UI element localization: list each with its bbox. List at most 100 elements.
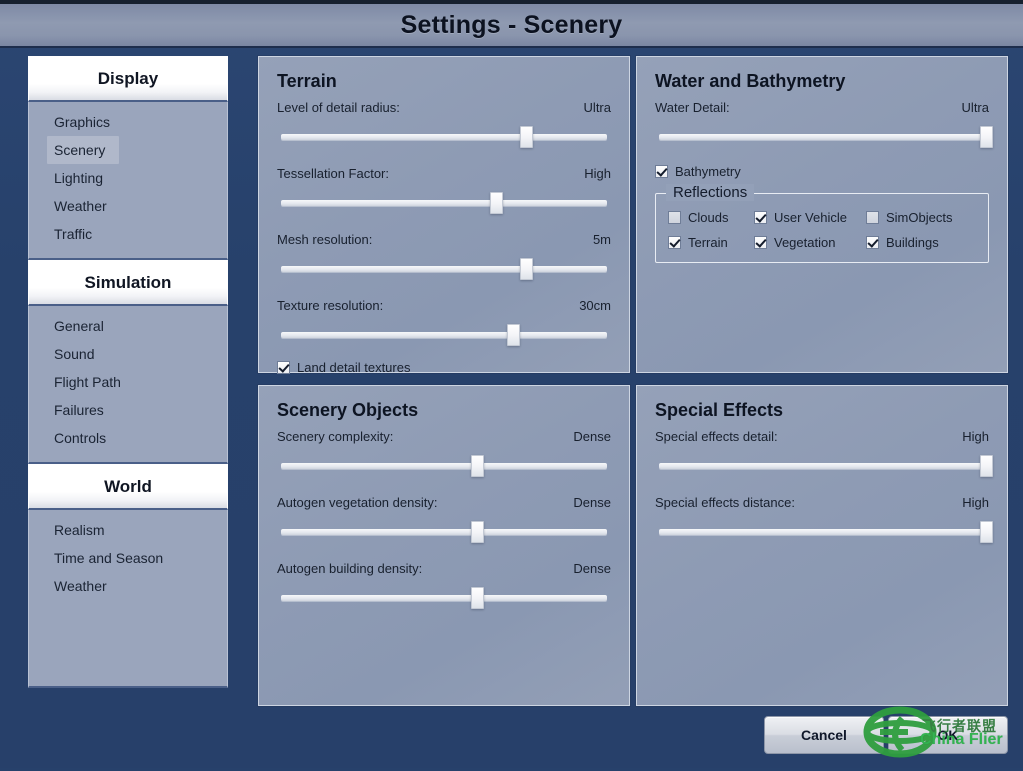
reflection-user-vehicle-label: User Vehicle (774, 210, 847, 225)
reflection-terrain-row[interactable]: Terrain (668, 235, 750, 250)
sidebar-item-weather[interactable]: Weather (29, 572, 227, 600)
special-effects-slider-row-special-effects-distance: Special effects distance: High (655, 495, 993, 543)
reflection-buildings-checkbox-icon[interactable] (866, 236, 879, 249)
slider-track[interactable] (281, 332, 607, 338)
slider-level-of-detail-radius[interactable] (277, 126, 611, 148)
land-detail-textures-checkbox-icon[interactable] (277, 361, 290, 374)
scenery-objects-slider-row-autogen-building-density: Autogen building density: Dense (277, 561, 611, 609)
slider-special-effects-distance[interactable] (655, 521, 993, 543)
sidebar-item-graphics[interactable]: Graphics (29, 108, 227, 136)
sidebar-item-failures[interactable]: Failures (29, 396, 227, 424)
terrain-slider-list: Level of detail radius: Ultra Tessellation… (277, 100, 611, 346)
bathymetry-checkbox-icon[interactable] (655, 165, 668, 178)
reflection-user-vehicle-row[interactable]: User Vehicle (754, 210, 862, 225)
slider-value: Ultra (583, 100, 611, 115)
slider-track[interactable] (659, 134, 985, 140)
slider-value: 30cm (579, 298, 611, 313)
panel-special-effects-body: Special effects detail: High Special effec… (637, 429, 1007, 571)
slider-thumb[interactable] (520, 126, 533, 148)
reflection-vegetation-row[interactable]: Vegetation (754, 235, 862, 250)
slider-track[interactable] (659, 463, 985, 469)
sidebar-item-general[interactable]: General (29, 312, 227, 340)
sidebar-header-world: World (28, 464, 228, 510)
slider-thumb[interactable] (470, 455, 484, 477)
slider-track[interactable] (281, 134, 607, 140)
panel-special-effects-title: Special Effects (655, 400, 784, 420)
sidebar-header-simulation: Simulation (28, 260, 228, 306)
cancel-button[interactable]: Cancel (764, 716, 884, 754)
slider-thumb[interactable] (470, 521, 484, 543)
reflection-user-vehicle-checkbox-icon[interactable] (754, 211, 767, 224)
slider-thumb[interactable] (490, 192, 504, 214)
slider-track[interactable] (281, 529, 607, 535)
slider-thumb[interactable] (470, 587, 484, 609)
slider-thumb[interactable] (980, 521, 993, 543)
slider-autogen-vegetation-density[interactable] (277, 521, 611, 543)
reflection-vegetation-label: Vegetation (774, 235, 836, 250)
slider-label: Autogen vegetation density: (277, 495, 438, 510)
special-effects-slider-row-special-effects-detail: Special effects detail: High (655, 429, 993, 477)
sidebar-item-time-and-season[interactable]: Time and Season (29, 544, 227, 572)
slider-header: Autogen vegetation density: Dense (277, 495, 611, 510)
slider-label: Special effects detail: (655, 429, 778, 444)
land-detail-textures-label: Land detail textures (297, 360, 411, 375)
slider-value: 5m (592, 232, 611, 247)
slider-value: Dense (573, 561, 611, 576)
sidebar-item-scenery[interactable]: Scenery (47, 136, 119, 164)
panel-scenery-objects: Scenery Objects Scenery complexity: Dense… (258, 385, 630, 706)
slider-thumb[interactable] (980, 455, 993, 477)
reflections-fieldset: Reflections Clouds User Vehicle SimObjects… (655, 184, 989, 263)
panel-terrain: Terrain Level of detail radius: Ultra Tess… (258, 56, 630, 375)
panel-terrain-title: Terrain (277, 71, 337, 91)
reflection-buildings-row[interactable]: Buildings (866, 235, 976, 250)
slider-mesh-resolution[interactable] (277, 258, 611, 280)
slider-track[interactable] (659, 529, 985, 535)
slider-thumb[interactable] (520, 258, 533, 280)
reflection-terrain-checkbox-icon[interactable] (668, 236, 681, 249)
slider-autogen-building-density[interactable] (277, 587, 611, 609)
slider-thumb[interactable] (980, 126, 993, 148)
terrain-slider-row-texture-resolution: Texture resolution: 30cm (277, 298, 611, 346)
slider-thumb[interactable] (506, 324, 520, 346)
reflection-clouds-checkbox-icon[interactable] (668, 211, 681, 224)
window-titlebar: Settings - Scenery (0, 0, 1023, 48)
slider-track[interactable] (281, 463, 607, 469)
sidebar-item-controls[interactable]: Controls (29, 424, 227, 452)
sidebar-item-traffic[interactable]: Traffic (29, 220, 227, 248)
panel-water-and-bathymetry: Water and Bathymetry Water Detail: Ultra … (636, 56, 1008, 373)
slider-texture-resolution[interactable] (277, 324, 611, 346)
slider-track[interactable] (281, 266, 607, 272)
slider-tessellation-factor[interactable] (277, 192, 611, 214)
reflections-legend: Reflections (666, 184, 755, 201)
land-detail-textures-row[interactable]: Land detail textures (277, 360, 611, 375)
slider-header: Tessellation Factor: High (277, 166, 611, 181)
panel-water-title: Water and Bathymetry (655, 71, 846, 91)
reflection-simobjects-checkbox-icon[interactable] (866, 211, 879, 224)
sidebar-item-flight-path[interactable]: Flight Path (29, 368, 227, 396)
reflection-simobjects-row[interactable]: SimObjects (866, 210, 976, 225)
terrain-slider-row-mesh-resolution: Mesh resolution: 5m (277, 232, 611, 280)
sidebar-navigation: Display Graphics Scenery Lighting Weather Tra… (28, 56, 228, 706)
sidebar-item-list: Graphics Scenery Lighting Weather Traffic (28, 102, 228, 260)
special-effects-slider-list: Special effects detail: High Special effec… (655, 429, 993, 543)
sidebar-item-lighting[interactable]: Lighting (29, 164, 227, 192)
sidebar-item-sound[interactable]: Sound (29, 340, 227, 368)
slider-water-detail[interactable] (655, 126, 993, 148)
slider-scenery-complexity[interactable] (277, 455, 611, 477)
slider-label: Special effects distance: (655, 495, 795, 510)
ok-button[interactable]: OK (888, 716, 1008, 754)
reflection-vegetation-checkbox-icon[interactable] (754, 236, 767, 249)
panel-terrain-body: Level of detail radius: Ultra Tessellation… (259, 100, 629, 385)
slider-special-effects-detail[interactable] (655, 455, 993, 477)
slider-track[interactable] (281, 595, 607, 601)
sidebar-item-realism[interactable]: Realism (29, 516, 227, 544)
slider-track[interactable] (281, 200, 607, 206)
scenery-objects-slider-row-scenery-complexity: Scenery complexity: Dense (277, 429, 611, 477)
scenery-objects-slider-row-autogen-vegetation-density: Autogen vegetation density: Dense (277, 495, 611, 543)
slider-value: High (962, 495, 989, 510)
sidebar-item-weather[interactable]: Weather (29, 192, 227, 220)
slider-value: Dense (573, 429, 611, 444)
bathymetry-row[interactable]: Bathymetry (655, 164, 989, 179)
reflection-clouds-row[interactable]: Clouds (668, 210, 750, 225)
slider-value: Dense (573, 495, 611, 510)
